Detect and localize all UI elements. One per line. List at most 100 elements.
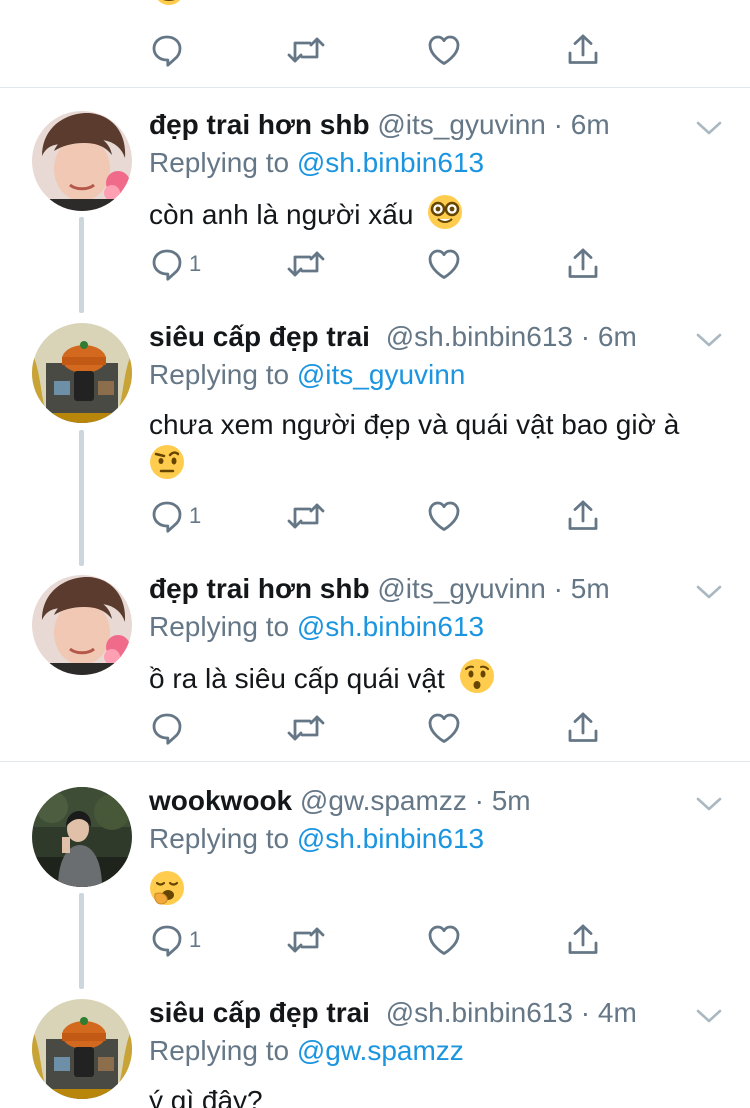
retweet-icon	[286, 922, 326, 958]
reply-icon	[149, 246, 185, 282]
avatar[interactable]	[32, 575, 132, 675]
tweet-actions	[149, 710, 619, 746]
tweet[interactable]: siêu cấp đẹp trai @sh.binbin613 · 4m Rep…	[0, 996, 750, 1108]
avatar[interactable]	[32, 323, 132, 423]
timestamp[interactable]: 4m	[598, 997, 637, 1028]
display-name[interactable]: đẹp trai hơn shb	[149, 573, 370, 604]
avatar[interactable]	[32, 111, 132, 211]
retweet-icon	[286, 498, 326, 534]
share-button[interactable]	[565, 498, 601, 534]
user-handle[interactable]: @its_gyuvinn	[377, 573, 546, 604]
like-button[interactable]	[426, 498, 462, 534]
tweet[interactable]: siêu cấp đẹp trai @sh.binbin613 · 6m Rep…	[0, 320, 750, 542]
tweet-text-content: ý gì đây?	[149, 1085, 263, 1108]
heart-icon	[426, 32, 462, 68]
heart-icon	[426, 246, 462, 282]
reply-button[interactable]: 1	[149, 498, 201, 534]
tweet-header: siêu cấp đẹp trai @sh.binbin613 · 4m	[149, 996, 637, 1030]
tweet-actions	[149, 32, 619, 68]
share-icon	[565, 32, 601, 68]
tweet-text: ý gì đây?	[149, 1082, 263, 1108]
tweet-header: wookwook @gw.spamzz · 5m	[149, 784, 531, 818]
replying-to-handle[interactable]: @its_gyuvinn	[297, 359, 466, 390]
tweet-actions: 1	[149, 922, 619, 958]
avatar-photo	[32, 999, 132, 1099]
replying-label: Replying to	[149, 1035, 290, 1066]
avatar-photo	[32, 111, 132, 211]
tweet[interactable]: wookwook @gw.spamzz · 5m Replying to @sh…	[0, 784, 750, 964]
replying-to-handle[interactable]: @gw.spamzz	[297, 1035, 464, 1066]
replying-to-handle[interactable]: @sh.binbin613	[297, 147, 484, 178]
avatar-photo	[32, 323, 132, 423]
user-handle[interactable]: @its_gyuvinn	[377, 109, 546, 140]
like-button[interactable]	[426, 246, 462, 282]
chevron-down-icon[interactable]	[696, 120, 722, 136]
timestamp[interactable]: 5m	[571, 573, 610, 604]
retweet-button[interactable]	[286, 710, 326, 746]
chevron-down-icon[interactable]	[696, 332, 722, 348]
avatar-photo	[32, 575, 132, 675]
reply-icon	[149, 498, 185, 534]
tweet-text-content: ồ ra là siêu cấp quái vật	[149, 663, 445, 694]
display-name[interactable]: siêu cấp đẹp trai	[149, 321, 370, 352]
retweet-button[interactable]	[286, 922, 326, 958]
reply-button[interactable]: 1	[149, 246, 201, 282]
divider	[0, 87, 750, 88]
replying-to-handle[interactable]: @sh.binbin613	[297, 823, 484, 854]
display-name[interactable]: wookwook	[149, 785, 292, 816]
like-button[interactable]	[426, 922, 462, 958]
retweet-button[interactable]	[286, 246, 326, 282]
chevron-down-icon[interactable]	[696, 1008, 722, 1024]
yawning-face-emoji-icon	[150, 871, 184, 905]
tweet-text-line2	[149, 444, 185, 484]
retweet-button[interactable]	[286, 32, 326, 68]
display-name[interactable]: siêu cấp đẹp trai	[149, 997, 370, 1028]
tweet-partial-top	[0, 0, 750, 88]
like-button[interactable]	[426, 710, 462, 746]
reply-count: 1	[189, 503, 202, 528]
replying-label: Replying to	[149, 823, 290, 854]
share-button[interactable]	[565, 710, 601, 746]
tweet-text: ồ ra là siêu cấp quái vật	[149, 658, 495, 698]
like-button[interactable]	[426, 32, 462, 68]
replying-label: Replying to	[149, 611, 290, 642]
share-button[interactable]	[565, 32, 601, 68]
face-with-raised-eyebrow-emoji-icon	[150, 445, 184, 479]
separator-dot: ·	[553, 573, 563, 604]
avatar[interactable]	[32, 787, 132, 887]
avatar[interactable]	[32, 999, 132, 1099]
reply-button[interactable]	[149, 32, 185, 68]
replying-to-handle[interactable]: @sh.binbin613	[297, 611, 484, 642]
retweet-icon	[286, 32, 326, 68]
timestamp[interactable]: 5m	[492, 785, 531, 816]
user-handle[interactable]: @gw.spamzz	[300, 785, 467, 816]
display-name[interactable]: đẹp trai hơn shb	[149, 109, 370, 140]
avatar-photo	[32, 787, 132, 887]
tweet[interactable]: đẹp trai hơn shb @its_gyuvinn · 5m Reply…	[0, 572, 750, 748]
share-button[interactable]	[565, 246, 601, 282]
chevron-down-icon[interactable]	[696, 796, 722, 812]
retweet-icon	[286, 246, 326, 282]
timestamp[interactable]: 6m	[571, 109, 610, 140]
tweet[interactable]: đẹp trai hơn shb @its_gyuvinn · 6m Reply…	[0, 108, 750, 288]
nerd-face-emoji-icon	[428, 195, 463, 229]
user-handle[interactable]: @sh.binbin613	[386, 997, 573, 1028]
chevron-down-icon[interactable]	[696, 584, 722, 600]
tweet-feed: đẹp trai hơn shb @its_gyuvinn · 6m Reply…	[0, 0, 750, 1108]
replying-label: Replying to	[149, 359, 290, 390]
reply-button[interactable]: 1	[149, 922, 201, 958]
tweet-header: đẹp trai hơn shb @its_gyuvinn · 6m	[149, 108, 610, 142]
hushed-face-emoji-icon	[459, 659, 494, 693]
reply-button[interactable]	[149, 710, 185, 746]
share-button[interactable]	[565, 922, 601, 958]
retweet-button[interactable]	[286, 498, 326, 534]
replying-to: Replying to @sh.binbin613	[149, 610, 484, 644]
replying-to: Replying to @its_gyuvinn	[149, 358, 465, 392]
reply-icon	[149, 922, 185, 958]
share-icon	[565, 710, 601, 746]
replying-label: Replying to	[149, 147, 290, 178]
timestamp[interactable]: 6m	[598, 321, 637, 352]
separator-dot: ·	[474, 785, 484, 816]
separator-dot: ·	[580, 321, 591, 352]
user-handle[interactable]: @sh.binbin613	[386, 321, 573, 352]
